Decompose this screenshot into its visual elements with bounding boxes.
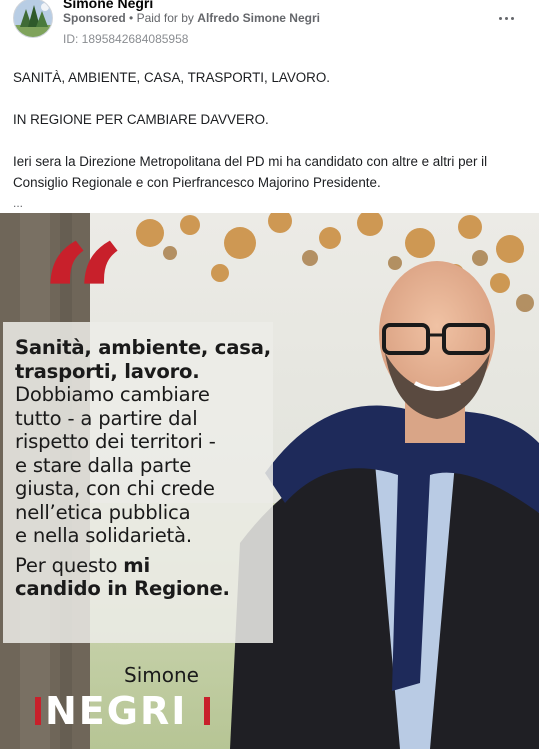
payer-name[interactable]: Alfredo Simone Negri (197, 11, 320, 25)
quote-closing-bold-1: mi (123, 553, 151, 577)
body-line-1: SANITÀ, AMBIENTE, CASA, TRASPORTI, LAVOR… (13, 70, 330, 85)
quote-line: tutto - a partire dal (15, 406, 198, 430)
see-more-link[interactable]: ... (13, 193, 528, 214)
post-body: SANITÀ, AMBIENTE, CASA, TRASPORTI, LAVOR… (13, 67, 528, 214)
quote-bold-line-2: trasporti, lavoro. (15, 359, 200, 383)
quote-line: e nella solidarietà. (15, 524, 192, 547)
ad-image[interactable]: “ Sanità, ambiente, casa, trasporti, lav… (0, 213, 539, 749)
more-options-button[interactable] (493, 8, 519, 28)
meta-separator: • (129, 11, 134, 25)
sponsored-line: Sponsored • Paid for by Alfredo Simone N… (63, 11, 320, 25)
ad-header: Simone Negri Sponsored • Paid for by Alf… (0, 0, 539, 56)
quote-closing-bold-2: candido in Regione. (15, 577, 230, 600)
quote-text: Sanità, ambiente, casa, trasporti, lavor… (15, 336, 277, 601)
more-horizontal-icon (498, 16, 502, 20)
body-line-3: Ieri sera la Direzione Metropolitana del… (13, 154, 488, 190)
quote-bold-line-1: Sanità, ambiente, casa, (15, 336, 271, 359)
quote-line: Dobbiamo cambiare (15, 383, 210, 406)
name-accent-bar-left (35, 697, 41, 725)
candidate-last-name: NEGRI (45, 689, 188, 733)
page-avatar[interactable] (13, 0, 53, 38)
more-horizontal-icon (510, 16, 514, 20)
candidate-first-name: Simone (124, 663, 199, 687)
quote-closing-prefix: Per questo (15, 553, 118, 577)
quote-line: e stare dalla parte (15, 453, 192, 477)
quote-line: rispetto dei territori - (15, 430, 216, 453)
paid-for-prefix: Paid for by (136, 11, 194, 25)
body-line-2: IN REGIONE PER CAMBIARE DAVVERO. (13, 112, 269, 127)
avatar-photo (14, 0, 52, 37)
name-accent-bar-right (204, 697, 210, 725)
page-name[interactable]: Simone Negri (63, 0, 153, 11)
sponsored-label: Sponsored (63, 11, 126, 25)
ad-id: ID: 1895842684085958 (63, 32, 189, 46)
more-horizontal-icon (504, 16, 508, 20)
quote-line: nell’etica pubblica (15, 500, 191, 524)
quote-closing-line-1: Per questo mi (15, 554, 277, 578)
quote-line: giusta, con chi crede (15, 477, 215, 500)
